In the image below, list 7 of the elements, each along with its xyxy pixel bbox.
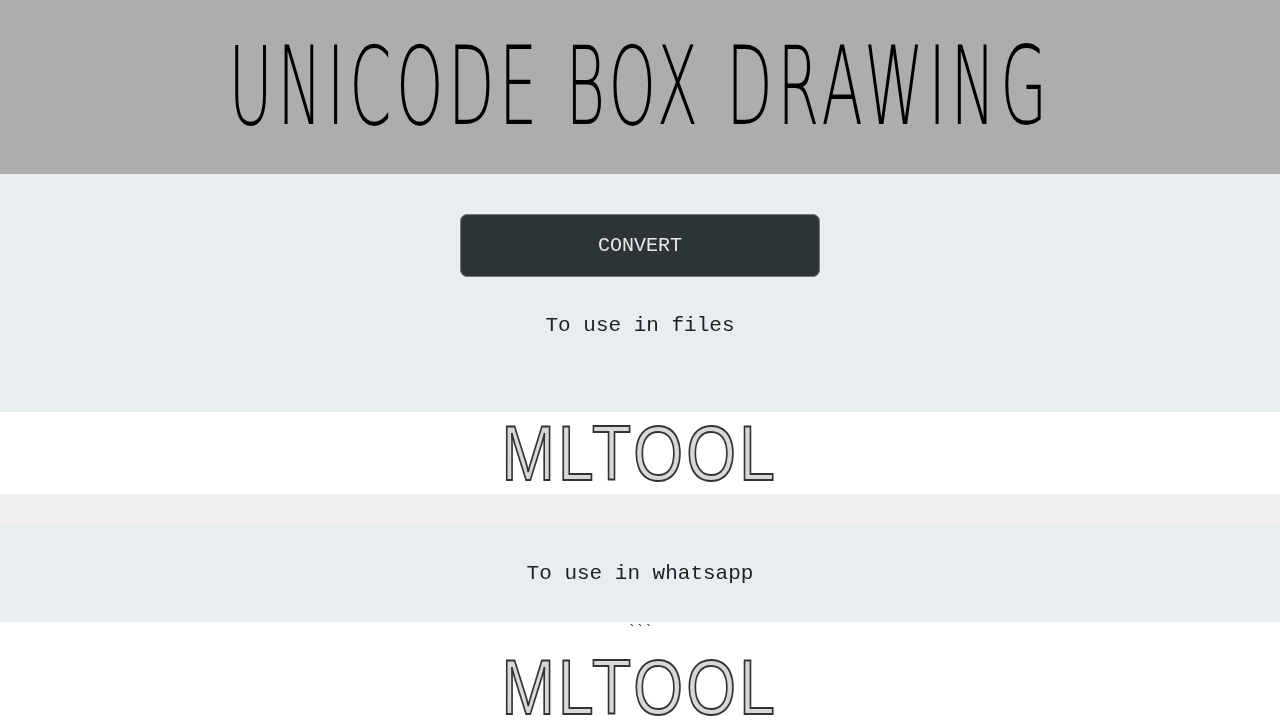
convert-button[interactable]: CONVERT [460,214,820,277]
section-label: To use in files [545,314,735,339]
box-drawing-art: MLTOOL [501,420,779,486]
section-label: To use in whatsapp [526,561,754,585]
code-fence-text: ``` [627,624,653,638]
box-drawing-art: MLTOOL [501,654,779,720]
page-title: UNICODE BOX DRAWING [228,33,1052,141]
